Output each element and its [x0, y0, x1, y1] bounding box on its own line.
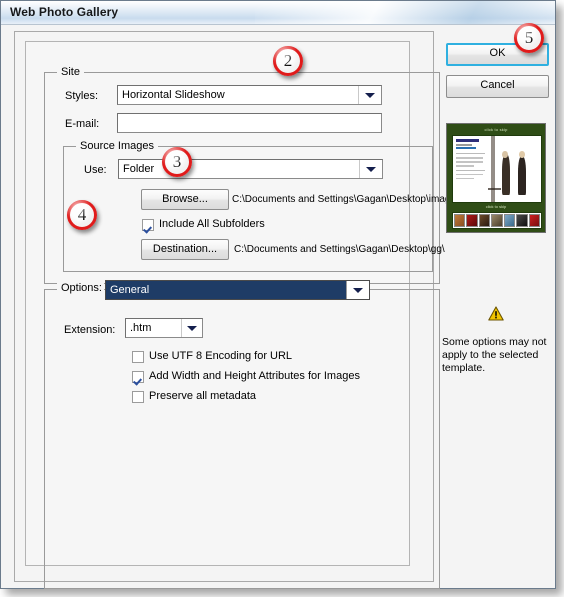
email-input[interactable]: [117, 113, 382, 133]
extension-dropdown[interactable]: .htm: [125, 318, 203, 338]
chevron-down-icon: [353, 288, 363, 293]
browse-button[interactable]: Browse...: [141, 189, 229, 210]
styles-dropdown-arrowbox[interactable]: [358, 86, 381, 104]
callout-badge-4: 4: [67, 200, 97, 230]
cancel-button[interactable]: Cancel: [446, 75, 549, 98]
preview-thumbnail-strip: [452, 212, 542, 229]
source-images-group: Source Images Use: Folder Browse... C:\D…: [63, 140, 464, 272]
preview-thumb: [454, 214, 466, 227]
preview-thumb: [491, 214, 503, 227]
chevron-down-icon: [187, 326, 197, 331]
title-bar: Web Photo Gallery: [1, 1, 555, 25]
preserve-metadata-checkbox[interactable]: [132, 391, 144, 403]
preview-text-column: [453, 136, 488, 202]
preview-top-label: click to skip: [484, 127, 508, 132]
extension-dropdown-arrowbox[interactable]: [181, 319, 202, 337]
chevron-down-icon: [366, 167, 376, 172]
warning-message: Some options may not apply to the select…: [442, 336, 547, 374]
site-group-label: Site: [57, 66, 84, 78]
include-subfolders-label: Include All Subfolders: [159, 218, 265, 230]
callout-badge-5: 5: [514, 23, 544, 53]
titlebar-gloss: [255, 1, 555, 24]
web-photo-gallery-dialog: Web Photo Gallery Site Styles: Horizonta…: [0, 0, 556, 589]
use-dropdown[interactable]: Folder: [118, 159, 383, 179]
use-value: Folder: [123, 163, 155, 175]
utf8-label: Use UTF 8 Encoding for URL: [149, 350, 293, 362]
preview-bottom-label: click to skip: [485, 204, 507, 209]
styles-value: Horizontal Slideshow: [122, 89, 225, 101]
width-height-label: Add Width and Height Attributes for Imag…: [149, 370, 360, 382]
options-group: Options: General Extension: .htm Use UTF…: [44, 280, 440, 589]
browse-path-text: C:\Documents and Settings\Gagan\Desktop\…: [232, 194, 464, 205]
preview-thumb: [528, 214, 540, 227]
use-label: Use:: [84, 164, 107, 176]
use-dropdown-arrowbox[interactable]: [359, 160, 382, 178]
preview-thumb: [503, 214, 516, 227]
destination-path-text: C:\Documents and Settings\Gagan\Desktop\…: [234, 244, 445, 255]
callout-badge-3: 3: [162, 147, 192, 177]
destination-button[interactable]: Destination...: [141, 239, 229, 260]
options-group-label: Options:: [57, 282, 104, 294]
preserve-metadata-label: Preserve all metadata: [149, 390, 256, 402]
chevron-down-icon: [365, 93, 375, 98]
source-images-group-label: Source Images: [76, 140, 158, 152]
warning-triangle-icon: [488, 306, 504, 321]
preview-thumb: [516, 214, 528, 227]
utf8-checkbox[interactable]: [132, 351, 144, 363]
template-preview-thumbnail: click to skip click to skip: [446, 123, 546, 233]
settings-panel-outer: Site Styles: Horizontal Slideshow E-mail…: [14, 31, 464, 589]
callout-badge-2: 2: [273, 46, 303, 76]
email-label: E-mail:: [65, 118, 100, 130]
right-column: OK Cancel click to skip click to skip So…: [439, 31, 554, 582]
settings-panel-inner: Site Styles: Horizontal Slideshow E-mail…: [25, 41, 464, 589]
preview-thumb: [478, 214, 491, 227]
width-height-checkbox[interactable]: [132, 371, 144, 383]
options-selected-value: General: [110, 284, 150, 296]
options-dropdown-arrowbox[interactable]: [346, 281, 369, 299]
window-title: Web Photo Gallery: [10, 5, 119, 19]
styles-label: Styles:: [65, 90, 99, 102]
options-dropdown[interactable]: General: [105, 280, 370, 300]
dialog-client-area: Site Styles: Horizontal Slideshow E-mail…: [2, 23, 554, 589]
extension-label: Extension:: [64, 324, 116, 336]
preview-main-page: [452, 135, 542, 203]
preview-photo: [488, 136, 541, 202]
preview-thumb: [466, 214, 478, 227]
include-subfolders-checkbox[interactable]: [142, 219, 154, 231]
styles-dropdown[interactable]: Horizontal Slideshow: [117, 85, 382, 105]
extension-value: .htm: [130, 322, 152, 334]
site-group: Site Styles: Horizontal Slideshow E-mail…: [44, 66, 464, 284]
